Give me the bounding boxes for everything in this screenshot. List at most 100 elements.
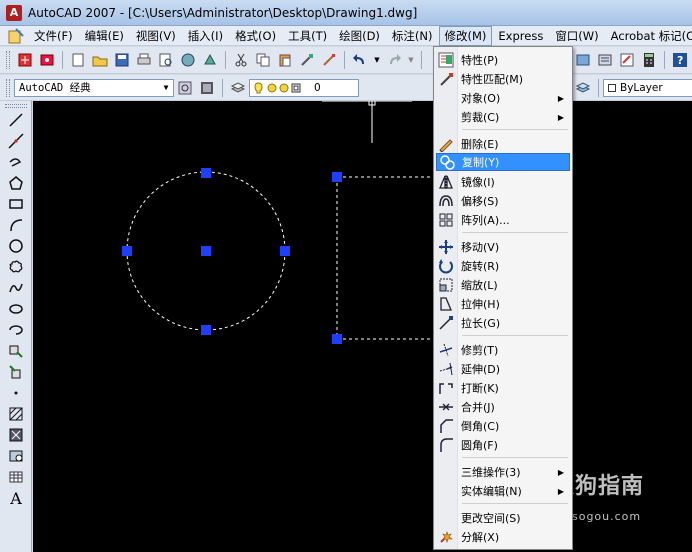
undo-icon[interactable]	[351, 51, 369, 69]
hatch-icon[interactable]	[5, 404, 27, 424]
polyline-icon[interactable]	[5, 152, 27, 172]
grip-right[interactable]	[280, 246, 290, 256]
insert-block-icon[interactable]	[5, 341, 27, 361]
menu-item-rotate[interactable]: 旋转(R)	[436, 257, 570, 275]
region-icon[interactable]	[5, 446, 27, 466]
menu-item-3d-operations[interactable]: 三维操作(3) ▶	[436, 463, 570, 481]
polygon-icon[interactable]	[5, 173, 27, 193]
linetype-select[interactable]: ByLayer	[603, 78, 692, 97]
menu-item-break[interactable]: 打断(K)	[436, 379, 570, 397]
construction-line-icon[interactable]	[5, 131, 27, 151]
menu-window[interactable]: 窗口(W)	[549, 26, 604, 46]
sheet-set-icon[interactable]	[38, 51, 56, 69]
grip-rect-bottom-left[interactable]	[332, 334, 342, 344]
match-prop-toolbar-icon[interactable]	[298, 51, 316, 69]
spline-icon[interactable]	[5, 278, 27, 298]
toolbar-grip-2[interactable]	[6, 78, 10, 97]
menu-item-solid-editing[interactable]: 实体编辑(N) ▶	[436, 482, 570, 500]
menu-item-chamfer[interactable]: 倒角(C)	[436, 417, 570, 435]
print-icon[interactable]	[135, 51, 153, 69]
menu-item-object[interactable]: 对象(O) ▶	[436, 89, 570, 107]
tool-palettes-icon[interactable]	[596, 51, 614, 69]
menu-modify[interactable]: 修改(M)	[438, 25, 493, 46]
menu-acrobat[interactable]: Acrobat 标记(C)	[605, 26, 692, 46]
menu-item-move[interactable]: 移动(V)	[436, 238, 570, 256]
cut-icon[interactable]	[232, 51, 250, 69]
line-icon[interactable]	[5, 110, 27, 130]
gradient-icon[interactable]	[5, 425, 27, 445]
multiline-text-icon[interactable]: A	[5, 488, 27, 508]
menu-draw[interactable]: 绘图(D)	[333, 26, 386, 46]
menu-item-offset[interactable]: 偏移(S)	[436, 192, 570, 210]
menu-file[interactable]: 文件(F)	[28, 26, 79, 46]
grip-bottom[interactable]	[201, 325, 211, 335]
grip-top[interactable]	[201, 168, 211, 178]
3d-dwf-icon[interactable]	[201, 51, 219, 69]
menu-format[interactable]: 格式(O)	[229, 26, 282, 46]
autocad-app-icon[interactable]: A	[6, 4, 22, 21]
arc-icon[interactable]	[5, 215, 27, 235]
save-workspace-icon[interactable]	[198, 79, 216, 97]
make-block-icon[interactable]	[5, 362, 27, 382]
redo-icon[interactable]	[385, 51, 403, 69]
menu-item-join[interactable]: 合并(J)	[436, 398, 570, 416]
menu-dimension[interactable]: 标注(N)	[386, 26, 439, 46]
menu-item-change-space[interactable]: 更改空间(S)	[436, 509, 570, 527]
revision-cloud-icon[interactable]	[5, 257, 27, 277]
menu-item-fillet[interactable]: 圆角(F)	[436, 436, 570, 454]
menu-item-stretch[interactable]: 拉伸(H)	[436, 295, 570, 313]
menu-item-extend[interactable]: 延伸(D)	[436, 360, 570, 378]
document-menu-icon[interactable]	[8, 27, 24, 45]
new-file-icon[interactable]	[69, 51, 87, 69]
redo-dropdown-icon[interactable]: ▼	[407, 51, 415, 69]
undo-dropdown-icon[interactable]: ▼	[373, 51, 381, 69]
ellipse-icon[interactable]	[5, 299, 27, 319]
grip-rect-top-left[interactable]	[332, 172, 342, 182]
table-icon[interactable]	[5, 467, 27, 487]
design-center-icon[interactable]	[574, 51, 592, 69]
point-icon[interactable]	[5, 383, 27, 403]
left-toolbar-grip[interactable]	[5, 104, 27, 108]
calculator-icon[interactable]	[640, 51, 658, 69]
menu-item-explode[interactable]: 分解(X)	[436, 528, 570, 546]
block-editor-icon[interactable]	[320, 51, 338, 69]
menu-item-copy[interactable]: 复制(Y)	[436, 153, 570, 171]
grip-center[interactable]	[201, 246, 211, 256]
layer-select[interactable]: 0	[249, 78, 359, 97]
open-file-icon[interactable]	[91, 51, 109, 69]
workspace-select[interactable]: AutoCAD 经典 ▼	[14, 78, 174, 97]
menu-bar: 文件(F) 编辑(E) 视图(V) 插入(I) 格式(O) 工具(T) 绘图(D…	[0, 25, 692, 46]
selected-rectangle[interactable]	[336, 176, 433, 340]
grip-left[interactable]	[122, 246, 132, 256]
layer-manager-icon[interactable]	[229, 79, 247, 97]
menu-item-array[interactable]: 阵列(A)...	[436, 211, 570, 229]
menu-item-mirror[interactable]: 镜像(I)	[436, 173, 570, 191]
menu-item-trim[interactable]: 修剪(T)	[436, 341, 570, 359]
menu-insert[interactable]: 插入(I)	[182, 26, 229, 46]
menu-view[interactable]: 视图(V)	[130, 26, 182, 46]
menu-item-scale[interactable]: 缩放(L)	[436, 276, 570, 294]
save-icon[interactable]	[113, 51, 131, 69]
workspace-settings-icon[interactable]	[176, 79, 194, 97]
make-object-layer-current-icon[interactable]	[574, 79, 592, 97]
help-icon[interactable]: ?	[671, 51, 689, 69]
toolbar-grip[interactable]	[6, 51, 10, 69]
menu-item-erase[interactable]: 删除(E)	[436, 135, 570, 153]
plot-preview-icon[interactable]	[157, 51, 175, 69]
menu-express[interactable]: Express	[492, 27, 549, 45]
menu-item-properties[interactable]: 特性(P)	[436, 51, 570, 69]
menu-edit[interactable]: 编辑(E)	[79, 26, 130, 46]
copy-clip-icon[interactable]	[254, 51, 272, 69]
rectangle-icon[interactable]	[5, 194, 27, 214]
ellipse-arc-icon[interactable]	[5, 320, 27, 340]
menu-tools[interactable]: 工具(T)	[282, 26, 333, 46]
drawing-canvas[interactable]: 搜狗指南 zhinan.sogou.com	[33, 101, 692, 552]
qnew-icon[interactable]	[16, 51, 34, 69]
menu-item-lengthen[interactable]: 拉长(G)	[436, 314, 570, 332]
publish-icon[interactable]	[179, 51, 197, 69]
paste-icon[interactable]	[276, 51, 294, 69]
menu-item-match-properties[interactable]: 特性匹配(M)	[436, 70, 570, 88]
markup-icon[interactable]	[618, 51, 636, 69]
circle-icon[interactable]	[5, 236, 27, 256]
menu-item-clip[interactable]: 剪裁(C) ▶	[436, 108, 570, 126]
